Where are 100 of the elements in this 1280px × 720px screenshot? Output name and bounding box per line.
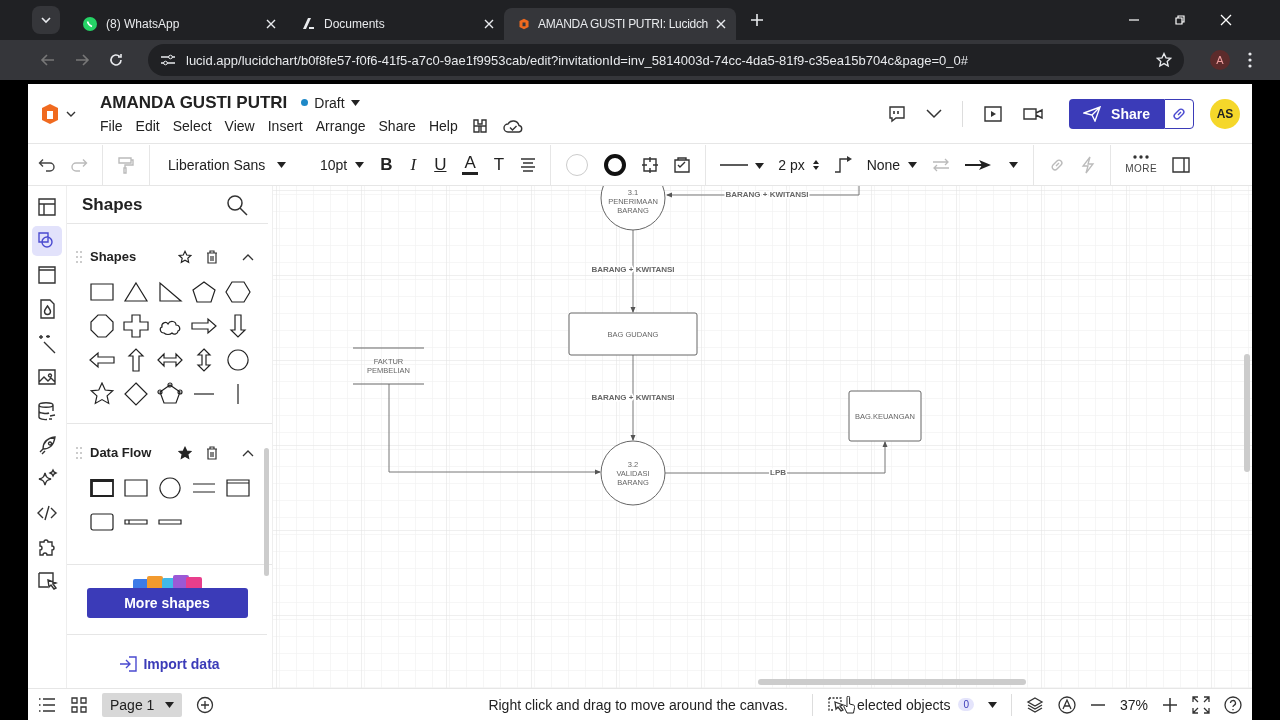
- menu-item[interactable]: Edit: [135, 117, 160, 134]
- line-end-icon[interactable]: [965, 158, 1020, 171]
- cross-icon[interactable]: [122, 314, 150, 338]
- collapse-icon[interactable]: [242, 252, 254, 261]
- address-field[interactable]: lucid.app/lucidchart/b0f8fe57-f0f6-41f5-a7c0-9ae1f9953cab/edit?invitationId=inv_5814003d-74cc-4da5-81f9-c35ea15b704c&page=0_0#: [148, 44, 1184, 76]
- font-size-dropdown[interactable]: 10pt: [320, 156, 365, 173]
- binoculars-icon[interactable]: [470, 116, 489, 135]
- draft-status[interactable]: Draft: [314, 94, 345, 111]
- app-logo-icon[interactable]: [40, 102, 60, 125]
- menu-item[interactable]: View: [224, 117, 255, 134]
- tab-search-button[interactable]: [32, 6, 60, 34]
- polygon-icon[interactable]: [156, 382, 184, 406]
- text-format-button[interactable]: I: [408, 154, 419, 175]
- text-format-button[interactable]: T: [491, 154, 507, 175]
- drag-handle-icon[interactable]: [76, 249, 82, 264]
- menu-item[interactable]: Select: [172, 117, 212, 134]
- grid-icon[interactable]: [70, 695, 88, 714]
- restore-icon[interactable]: [1174, 14, 1186, 26]
- accessibility-icon[interactable]: [1057, 695, 1076, 714]
- comment-icon[interactable]: [888, 104, 907, 123]
- frame-icon[interactable]: [641, 155, 660, 174]
- new-tab-icon[interactable]: [750, 13, 764, 27]
- video-icon[interactable]: [1023, 106, 1044, 121]
- collapse-icon[interactable]: [242, 448, 254, 457]
- close-icon[interactable]: [484, 19, 494, 29]
- back-icon[interactable]: [40, 52, 56, 68]
- caret-icon[interactable]: [66, 110, 76, 117]
- fullscreen-icon[interactable]: [1192, 695, 1210, 714]
- scrollbar[interactable]: [264, 448, 269, 576]
- rectangle-icon[interactable]: [122, 476, 150, 500]
- align-icon[interactable]: [520, 157, 537, 172]
- section-title[interactable]: Data Flow: [90, 445, 170, 460]
- user-avatar[interactable]: AS: [1210, 98, 1240, 129]
- present-icon[interactable]: [983, 104, 1004, 123]
- border-color-icon[interactable]: [603, 152, 628, 177]
- close-icon[interactable]: [266, 19, 276, 29]
- drag-handle-icon[interactable]: [76, 445, 82, 460]
- entity-icon[interactable]: [88, 476, 116, 500]
- diamond-icon[interactable]: [122, 382, 150, 406]
- star-icon[interactable]: [178, 445, 192, 460]
- line-style-icon[interactable]: [720, 160, 765, 169]
- cloud-saved-icon[interactable]: [501, 117, 524, 134]
- rectangle-icon[interactable]: [88, 280, 116, 304]
- fill-color-icon[interactable]: [565, 152, 590, 177]
- scrollbar[interactable]: [1244, 354, 1250, 472]
- section-title[interactable]: Shapes: [90, 249, 170, 264]
- trash-icon[interactable]: [206, 445, 218, 460]
- panel-toggle-icon[interactable]: [1171, 155, 1192, 174]
- rounded-rectangle-icon[interactable]: [88, 510, 116, 534]
- circle-icon[interactable]: [156, 476, 184, 500]
- shapes-icon[interactable]: [32, 226, 62, 256]
- copy-link-button[interactable]: [1164, 98, 1194, 129]
- line-start-dropdown[interactable]: None: [866, 156, 918, 173]
- zoom-level[interactable]: 37%: [1119, 696, 1148, 713]
- browser-tab[interactable]: AMANDA GUSTI PUTRI: Lucidch: [504, 8, 736, 40]
- line-width-field[interactable]: 2 px: [778, 156, 819, 173]
- hexagon-icon[interactable]: [224, 280, 252, 304]
- profile-avatar[interactable]: A: [1210, 50, 1230, 70]
- caret-icon[interactable]: [987, 701, 997, 708]
- star-icon[interactable]: [88, 382, 116, 406]
- layers-icon[interactable]: [1025, 695, 1044, 714]
- share-button[interactable]: Share: [1069, 98, 1164, 129]
- add-page-icon[interactable]: [196, 695, 214, 714]
- right-triangle-icon[interactable]: [156, 280, 184, 304]
- forward-icon[interactable]: [74, 52, 90, 68]
- undo-icon[interactable]: [38, 157, 56, 172]
- list-icon[interactable]: [38, 696, 56, 713]
- trash-icon[interactable]: [206, 249, 218, 264]
- checklist-icon[interactable]: [673, 155, 692, 174]
- browser-tab[interactable]: Documents: [286, 8, 504, 40]
- text-format-button[interactable]: A: [462, 154, 478, 175]
- more-menu-icon[interactable]: [1248, 52, 1252, 68]
- help-icon[interactable]: [1224, 695, 1242, 714]
- scrollbar[interactable]: [758, 679, 1026, 685]
- window-icon[interactable]: [224, 476, 252, 500]
- import-data-link[interactable]: Import data: [113, 655, 226, 673]
- bookmark-star-icon[interactable]: [1156, 52, 1172, 68]
- pentagon-icon[interactable]: [190, 280, 218, 304]
- document-title[interactable]: AMANDA GUSTI PUTRI: [100, 92, 288, 113]
- octagon-icon[interactable]: [88, 314, 116, 338]
- connector-style-icon[interactable]: [832, 155, 853, 174]
- circle-icon[interactable]: [224, 348, 252, 372]
- font-dropdown[interactable]: Liberation Sans: [168, 156, 286, 173]
- site-settings-icon[interactable]: [160, 53, 176, 67]
- chevron-down-icon[interactable]: [926, 108, 943, 119]
- reload-icon[interactable]: [108, 52, 124, 68]
- text-format-button[interactable]: U: [432, 154, 449, 175]
- menu-item[interactable]: Help: [428, 117, 458, 134]
- text-format-button[interactable]: B: [378, 154, 395, 175]
- more-shapes-button[interactable]: More shapes: [86, 588, 248, 618]
- selection-icon[interactable]: [827, 695, 847, 714]
- menu-item[interactable]: Share: [378, 117, 416, 134]
- browser-tab[interactable]: (8) WhatsApp: [68, 8, 286, 40]
- search-icon[interactable]: [226, 193, 248, 216]
- menu-item[interactable]: File: [100, 117, 123, 134]
- selection-label[interactable]: elected objects: [857, 696, 951, 713]
- triangle-icon[interactable]: [122, 280, 150, 304]
- more-button[interactable]: MORE: [1125, 155, 1158, 174]
- zoom-in-icon[interactable]: [1162, 696, 1178, 713]
- page-tab[interactable]: Page 1: [102, 692, 182, 717]
